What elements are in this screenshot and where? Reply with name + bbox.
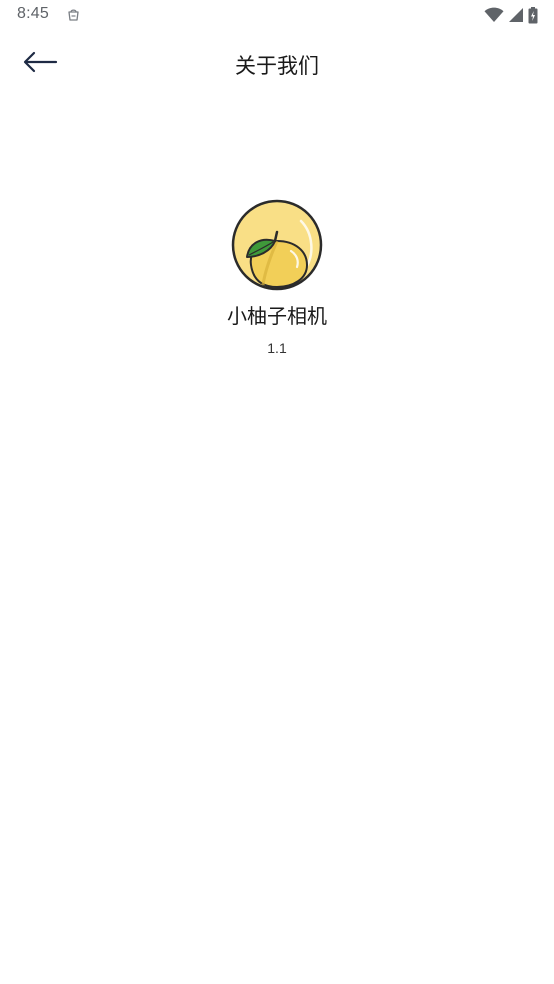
battery-charging-icon	[528, 6, 538, 24]
wifi-icon	[484, 7, 504, 23]
cellular-signal-icon	[508, 7, 524, 23]
notification-bag-icon	[66, 7, 81, 22]
app-name: 小柚子相机	[227, 304, 327, 328]
status-time: 8:45	[17, 5, 49, 22]
status-bar: 8:45	[0, 0, 554, 30]
status-icons	[484, 6, 538, 24]
page-title: 关于我们	[235, 54, 319, 78]
app-logo	[231, 199, 323, 291]
app-version: 1.1	[267, 340, 287, 356]
app-bar: 关于我们	[0, 30, 554, 98]
pomelo-logo-icon	[231, 199, 323, 291]
